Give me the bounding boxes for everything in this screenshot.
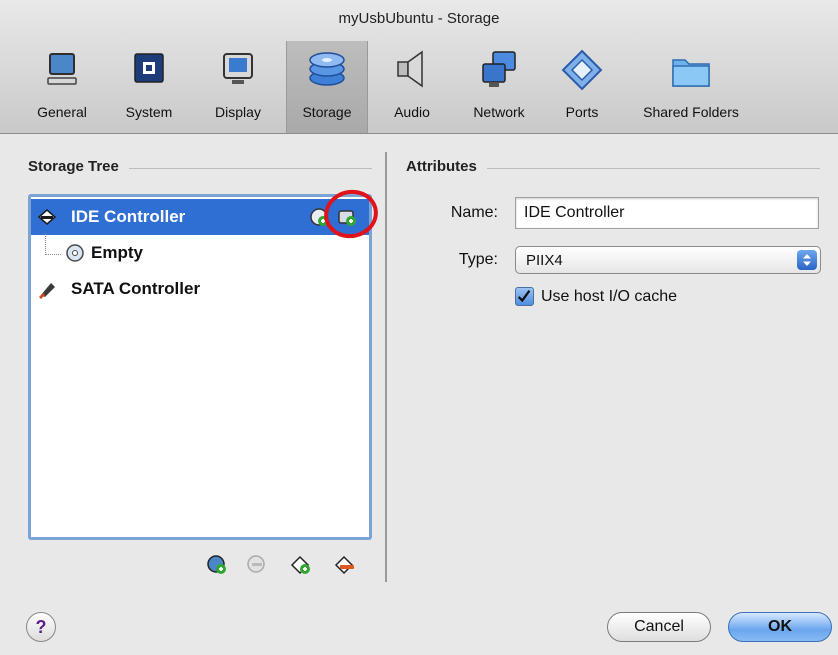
help-button[interactable]: ? (26, 612, 56, 642)
tab-general[interactable]: General (26, 44, 98, 130)
folder-icon (672, 59, 710, 87)
disk-stack-icon (309, 52, 345, 86)
tree-item-sata-controller[interactable]: SATA Controller (31, 271, 369, 307)
toolbar: myUsbUbuntu - Storage General System Dis… (0, 0, 838, 134)
checkmark-icon (517, 290, 531, 303)
use-host-io-cache-checkbox[interactable] (515, 287, 534, 306)
display-icon (223, 53, 253, 84)
type-select-value: PIIX4 (526, 252, 563, 269)
type-label: Type: (458, 251, 498, 268)
network-icon (482, 51, 516, 87)
speaker-icon (397, 50, 423, 88)
tab-ports[interactable]: Ports (552, 44, 612, 130)
sata-controller-icon (39, 283, 55, 299)
type-select[interactable]: PIIX4 (515, 246, 821, 274)
tree-item-ide-controller[interactable]: IDE Controller (31, 199, 369, 235)
tab-audio[interactable]: Audio (380, 44, 444, 130)
settings-window: myUsbUbuntu - Storage General System Dis… (0, 0, 838, 655)
remove-controller-icon[interactable] (334, 554, 356, 576)
chevron-updown-icon (797, 250, 817, 270)
window-title: myUsbUbuntu - Storage (338, 10, 500, 27)
cancel-button[interactable]: Cancel (607, 612, 711, 642)
remove-attachment-icon[interactable] (246, 554, 268, 576)
ok-button[interactable]: OK (728, 612, 832, 642)
use-host-io-cache-label[interactable]: Use host I/O cache (541, 288, 677, 306)
add-attachment-icon[interactable] (206, 554, 228, 576)
attributes-header: Attributes (406, 158, 487, 175)
add-controller-icon[interactable] (290, 554, 312, 576)
ide-controller-icon (37, 209, 57, 225)
tab-shared-folders[interactable]: Shared Folders (626, 44, 756, 130)
name-field[interactable]: IDE Controller (515, 197, 819, 229)
tab-system[interactable]: System (114, 44, 184, 130)
chip-icon (134, 53, 164, 83)
tab-storage[interactable]: Storage (286, 41, 368, 133)
name-label: Name: (450, 204, 498, 221)
tree-item-empty[interactable]: Empty (31, 235, 369, 271)
ports-icon (561, 49, 603, 91)
tab-network[interactable]: Network (458, 44, 540, 130)
tab-display[interactable]: Display (200, 44, 276, 130)
storage-tree-header: Storage Tree (28, 158, 129, 175)
monitor-icon (47, 53, 77, 85)
cd-icon (66, 244, 84, 262)
storage-tree[interactable]: IDE Controller Empty SATA Controller (28, 194, 372, 540)
